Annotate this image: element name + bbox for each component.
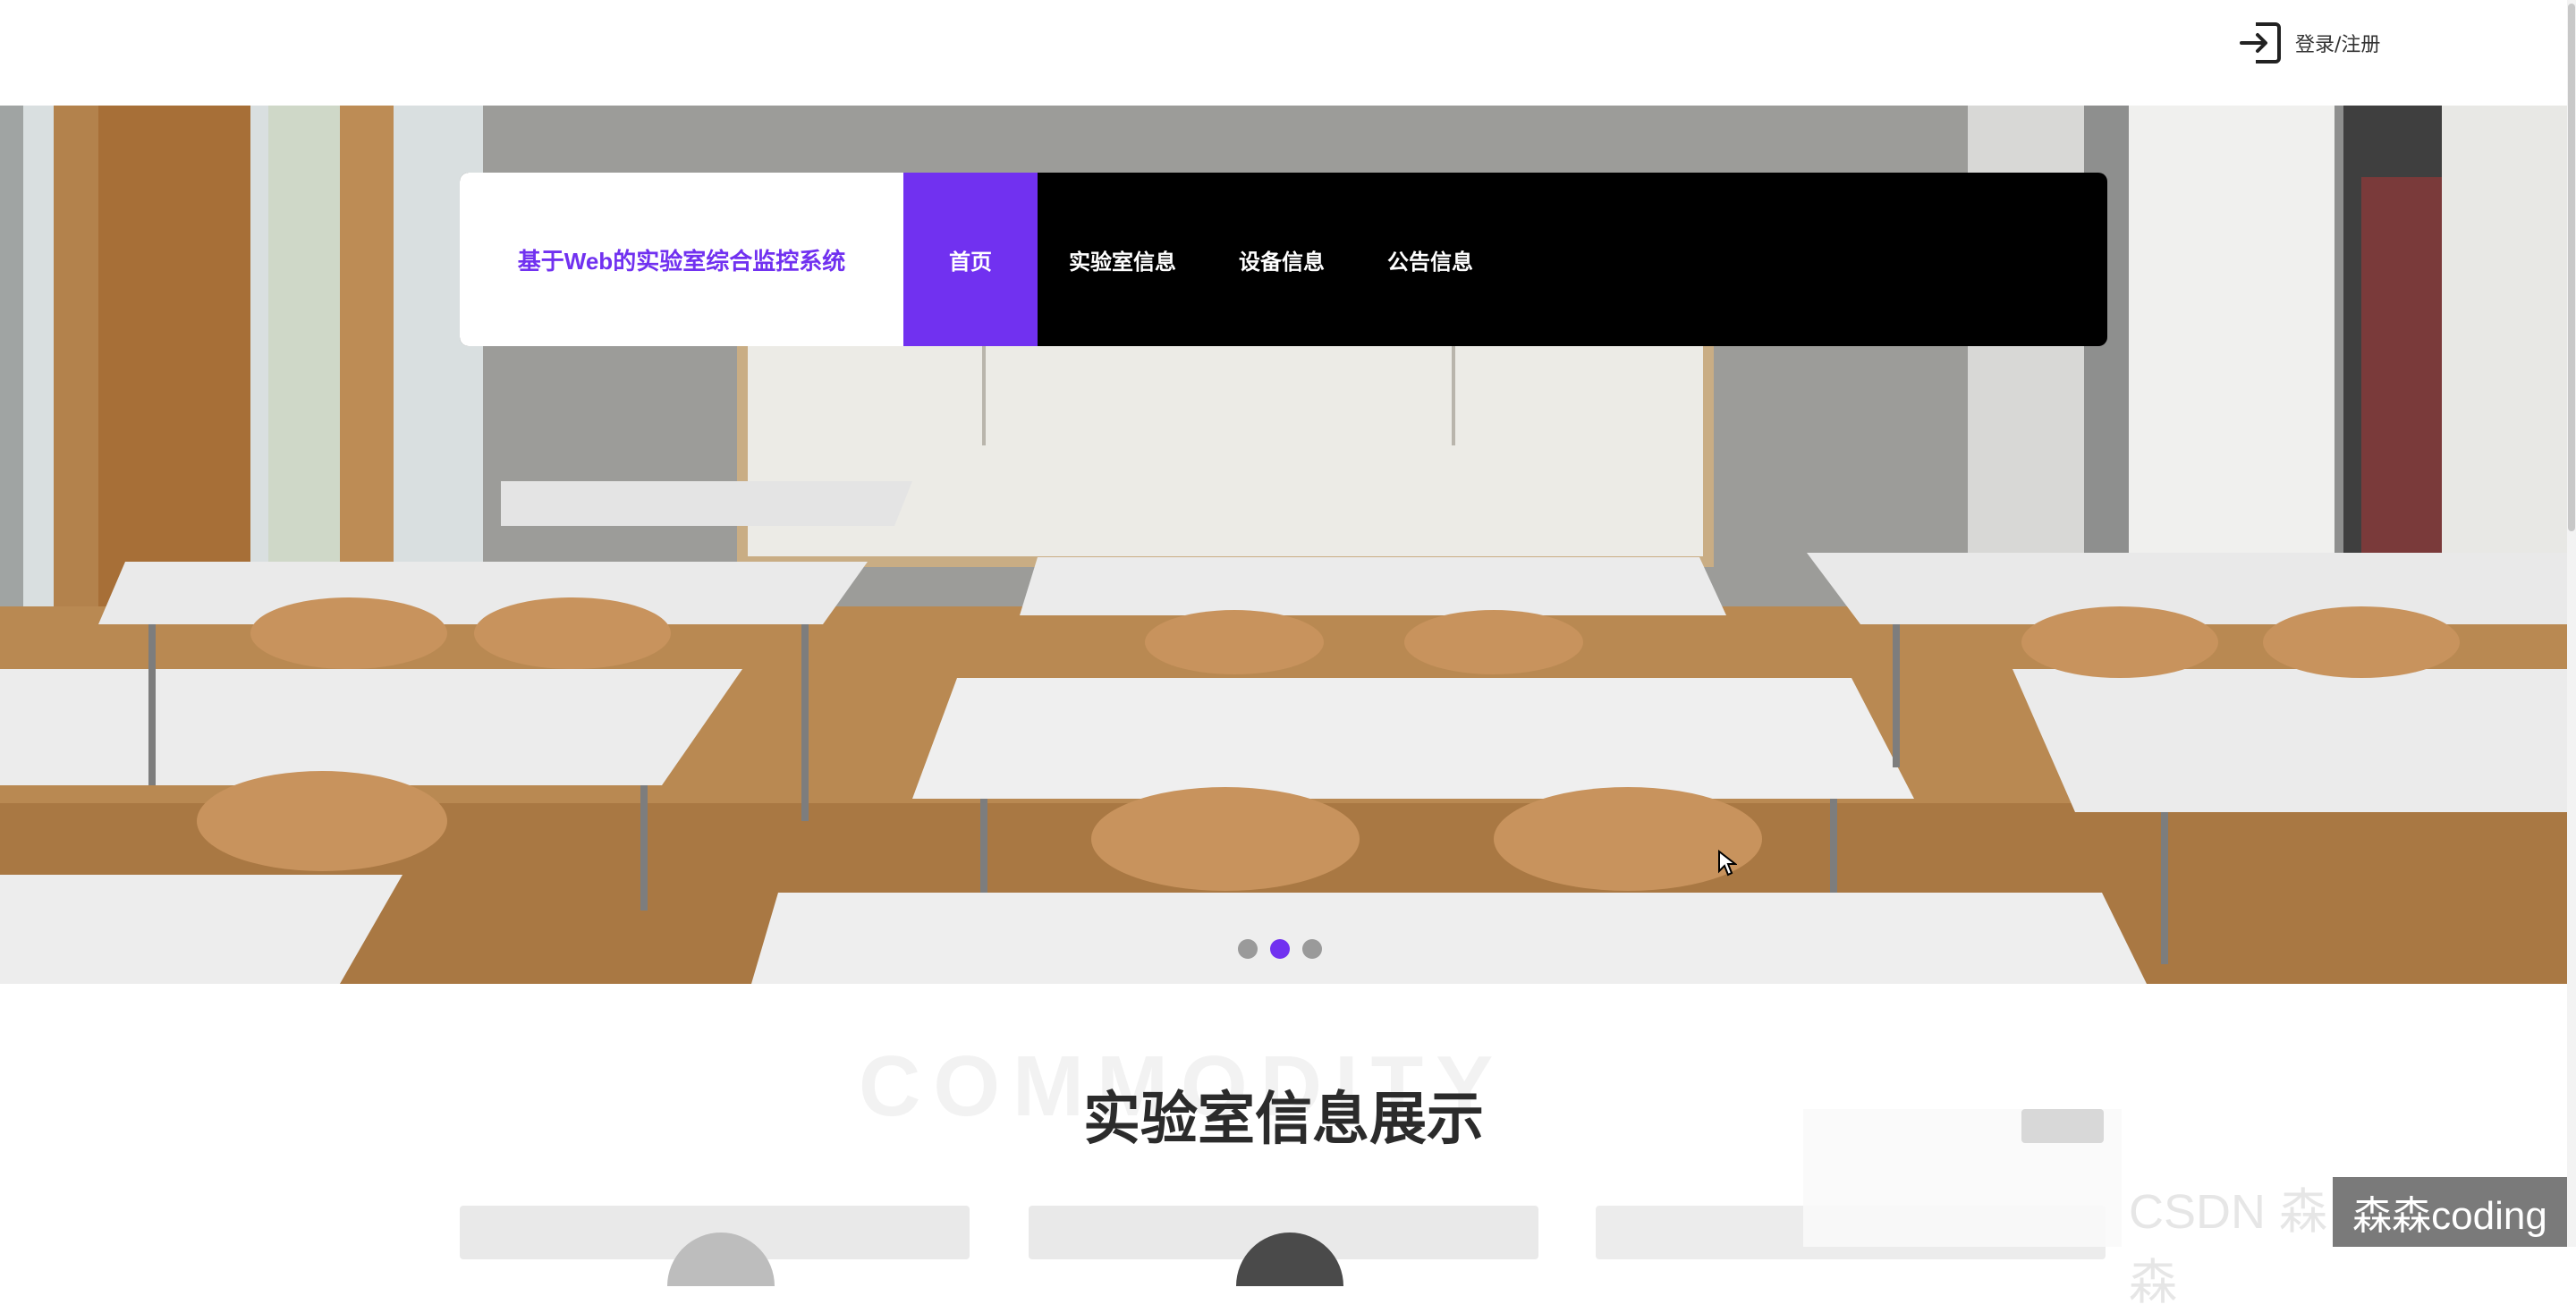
- main-navbar: 基于Web的实验室综合监控系统 首页 实验室信息 设备信息 公告信息: [460, 173, 2107, 346]
- lab-card[interactable]: [460, 1206, 970, 1286]
- video-watermark-overlay: 森森coding: [2333, 1177, 2567, 1247]
- carousel-dot-1[interactable]: [1238, 939, 1258, 959]
- page-scrollbar[interactable]: [2567, 0, 2576, 1247]
- lab-card[interactable]: [1029, 1206, 1538, 1286]
- carousel-dot-3[interactable]: [1302, 939, 1322, 959]
- nav-item-device-info[interactable]: 设备信息: [1208, 173, 1356, 346]
- blurred-label: [2021, 1109, 2104, 1143]
- login-register-button[interactable]: 登录/注册: [2238, 18, 2380, 68]
- login-arrow-icon: [2240, 22, 2281, 64]
- carousel-dot-2[interactable]: [1270, 939, 1290, 959]
- lab-card-image: [1236, 1233, 1343, 1286]
- nav-item-announcements[interactable]: 公告信息: [1356, 173, 1504, 346]
- nav-item-home[interactable]: 首页: [903, 173, 1038, 346]
- top-header: 登录/注册: [0, 0, 2576, 106]
- section-title: 实验室信息展示: [1083, 1087, 1484, 1151]
- lab-card-image: [667, 1233, 775, 1286]
- nav-item-lab-info[interactable]: 实验室信息: [1038, 173, 1208, 346]
- site-brand[interactable]: 基于Web的实验室综合监控系统: [460, 173, 903, 346]
- blurred-side-text: CSDN 森森: [2129, 1185, 2328, 1309]
- login-register-label: 登录/注册: [2295, 34, 2381, 56]
- brand-title: 基于Web的实验室综合监控系统: [517, 247, 846, 275]
- scrollbar-thumb[interactable]: [2568, 4, 2575, 531]
- carousel-indicators: [1238, 939, 1322, 959]
- mouse-cursor-icon: [1718, 850, 1737, 877]
